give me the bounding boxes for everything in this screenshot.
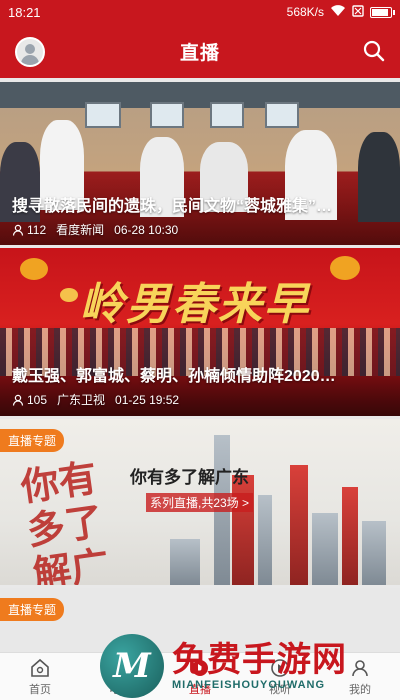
status-right: 568K/s (286, 4, 395, 20)
home-icon (31, 658, 49, 677)
watermark-logo: M (100, 634, 164, 698)
avatar[interactable] (15, 37, 45, 67)
live-card-title: 搜寻散落民间的遗珠，民间文物“蓉城雅集”… (12, 198, 333, 215)
series-link[interactable]: 系列直播,共23场 > (146, 493, 254, 512)
sim-icon (352, 4, 364, 20)
live-card-title: 戴玉强、郭富城、蔡明、孙楠倾情助阵2020… (12, 368, 336, 385)
topic-tag: 直播专题 (0, 598, 65, 621)
viewer-count: 105 (27, 392, 48, 407)
live-card[interactable]: 岭男春来早 戴玉强、郭富城、蔡明、孙楠倾情助阵2020… 105 广东卫视 01… (0, 248, 400, 416)
search-button[interactable] (362, 39, 386, 63)
user-count-icon (12, 394, 24, 406)
live-feed[interactable]: 搜寻散落民间的遗珠，民间文物“蓉城雅集”… 112 看度新闻 06-28 10:… (0, 78, 400, 652)
topic-brush-title: 你有多了解广东 (18, 454, 112, 585)
status-time: 18:21 (8, 4, 41, 20)
page-title: 直播 (179, 42, 220, 64)
status-bar: 18:21 568K/s (0, 0, 400, 24)
live-card-meta: 112 看度新闻 06-28 10:30 (12, 221, 178, 238)
topic-tag: 直播专题 (0, 429, 65, 452)
source-name: 看度新闻 (56, 223, 105, 237)
app-header: 直播 (0, 24, 400, 78)
battery-icon (370, 6, 395, 18)
watermark-title: 免费手游网 (172, 641, 347, 679)
live-time: 01-25 19:52 (115, 392, 180, 407)
wifi-icon (330, 4, 346, 20)
viewer-count: 112 (27, 222, 47, 237)
tab-label: 首页 (29, 683, 51, 696)
source-name: 广东卫视 (57, 393, 106, 407)
live-card-meta: 105 广东卫视 01-25 19:52 (12, 391, 179, 408)
live-topic-card[interactable]: 你有多了解广东 直播专题 你有多了解广东 系列直播,共23场 > (0, 419, 400, 585)
live-card[interactable]: 搜寻散落民间的遗珠，民间文物“蓉城雅集”… 112 看度新闻 06-28 10:… (0, 82, 400, 245)
watermark-subtitle: MIANFEISHOUYOUWANG (172, 679, 326, 691)
banner-calligraphy: 岭男春来早 (80, 279, 310, 330)
network-speed: 568K/s (286, 5, 324, 19)
series-title: 你有多了解广东 (130, 468, 249, 487)
search-icon (363, 40, 385, 62)
tab-home[interactable]: 首页 (0, 653, 80, 700)
watermark: M 免费手游网 MIANFEISHOUYOUWANG (100, 632, 400, 700)
live-time: 06-28 10:30 (114, 222, 179, 237)
user-count-icon (12, 224, 24, 236)
